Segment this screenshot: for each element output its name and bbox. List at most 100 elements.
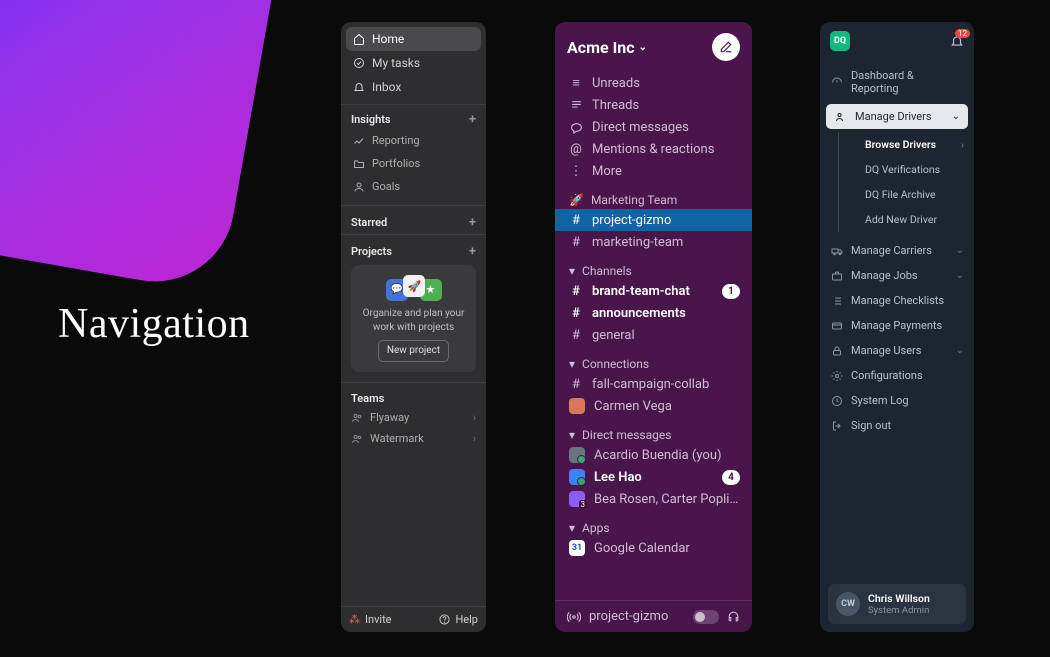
panel-slack: Acme Inc ⌄ ≡Unreads Threads Direct messa… — [555, 22, 752, 632]
nav-inbox[interactable]: Inbox — [346, 75, 481, 99]
nav-dms[interactable]: Direct messages — [555, 116, 752, 138]
invite-button[interactable]: ⁂ Invite — [349, 613, 392, 626]
admin-header: DQ 12 — [820, 22, 974, 57]
channel-announcements[interactable]: # announcements — [555, 302, 752, 324]
section-label: Channels — [582, 264, 632, 278]
help-button[interactable]: Help — [439, 613, 478, 626]
nav-portfolios[interactable]: Portfolios — [346, 152, 481, 175]
caret-down-icon: ▾ — [569, 264, 575, 278]
nav-manage-jobs[interactable]: Manage Jobs⌄ — [820, 263, 974, 288]
list-icon — [830, 295, 843, 307]
section-insights[interactable]: Insights + — [341, 105, 486, 129]
chart-icon — [353, 135, 365, 147]
threads-icon — [569, 99, 583, 112]
app-icon: 31 — [569, 540, 585, 556]
subnav-label: DQ Verifications — [865, 163, 940, 176]
antenna-icon — [567, 610, 581, 624]
nav-goals[interactable]: Goals — [346, 175, 481, 198]
notification-count: 12 — [955, 29, 970, 38]
nav-threads[interactable]: Threads — [555, 94, 752, 116]
new-project-button[interactable]: New project — [378, 340, 449, 362]
plus-icon[interactable]: + — [469, 244, 476, 259]
section-channels[interactable]: ▾ Channels — [555, 259, 752, 280]
user-card[interactable]: CW Chris Willson System Admin — [828, 584, 966, 624]
nav-unreads[interactable]: ≡Unreads — [555, 72, 752, 94]
section-connections[interactable]: ▾Connections — [555, 352, 752, 373]
nav-mentions[interactable]: @Mentions & reactions — [555, 138, 752, 160]
clock-icon — [830, 395, 843, 407]
nav-configurations[interactable]: Configurations — [820, 363, 974, 388]
team-watermark[interactable]: Watermark › — [341, 428, 486, 449]
channel-project-gizmo[interactable]: #project-gizmo — [555, 209, 752, 231]
user-name: Chris Willson — [868, 592, 930, 605]
briefcase-icon — [830, 270, 843, 282]
section-label: Insights — [351, 113, 391, 126]
subnav-browse-drivers[interactable]: Browse Drivers› — [838, 132, 974, 157]
dm-lee-hao[interactable]: Lee Hao4 — [555, 466, 752, 488]
nav-my-tasks[interactable]: My tasks — [346, 51, 481, 75]
divider — [341, 382, 486, 383]
compose-button[interactable] — [712, 33, 740, 61]
dm-self[interactable]: Acardio Buendia (you) — [555, 444, 752, 466]
nav-manage-users[interactable]: Manage Users⌄ — [820, 338, 974, 363]
subnav-dq-verifications[interactable]: DQ Verifications — [838, 157, 974, 182]
nav-label: Home — [372, 32, 404, 46]
channel-general[interactable]: #general — [555, 324, 752, 346]
section-marketing[interactable]: 🚀Marketing Team — [555, 188, 752, 209]
chevron-right-icon: › — [473, 432, 476, 445]
nav-label: Manage Checklists — [851, 294, 944, 307]
huddle-toggle[interactable] — [693, 610, 719, 624]
nav-manage-payments[interactable]: Manage Payments — [820, 313, 974, 338]
section-label: Connections — [582, 357, 649, 371]
section-projects[interactable]: Projects + — [341, 237, 486, 261]
nav-dashboard[interactable]: Dashboard & Reporting — [820, 63, 974, 101]
channel-brand-team-chat[interactable]: #brand-team-chat1 — [555, 280, 752, 302]
people-icon — [351, 412, 363, 424]
app-google-calendar[interactable]: 31Google Calendar — [555, 537, 752, 559]
channel-label: fall-campaign-collab — [592, 377, 709, 392]
section-direct-messages[interactable]: ▾Direct messages — [555, 423, 752, 444]
channel-fall-campaign[interactable]: #fall-campaign-collab — [555, 373, 752, 395]
primary-nav: Home My tasks Inbox — [341, 22, 486, 105]
section-apps[interactable]: ▾Apps — [555, 516, 752, 537]
section-starred[interactable]: Starred + — [341, 208, 486, 232]
channel-label: brand-team-chat — [592, 284, 690, 299]
nav-home[interactable]: Home — [346, 27, 481, 51]
section-label: Apps — [582, 521, 610, 535]
chevron-right-icon: › — [961, 138, 964, 151]
notifications-button[interactable]: 12 — [950, 34, 964, 48]
headphones-icon[interactable] — [727, 610, 740, 623]
nav-sign-out[interactable]: Sign out — [820, 413, 974, 438]
user-info: Chris Willson System Admin — [868, 592, 930, 616]
plus-icon[interactable]: + — [469, 215, 476, 230]
logo[interactable]: DQ — [830, 31, 850, 51]
nav-label: Reporting — [372, 134, 420, 147]
caret-down-icon: ▾ — [569, 428, 575, 442]
chevron-down-icon: ⌄ — [956, 245, 964, 256]
workspace-switcher[interactable]: Acme Inc ⌄ — [555, 22, 752, 72]
insights-list: Reporting Portfolios Goals — [341, 129, 486, 203]
plus-icon[interactable]: + — [469, 112, 476, 127]
hash-icon: # — [569, 306, 583, 321]
nav-label: Dashboard & Reporting — [851, 69, 964, 95]
subnav-dq-file-archive[interactable]: DQ File Archive — [838, 182, 974, 207]
background-blob — [0, 0, 294, 294]
nav-reporting[interactable]: Reporting — [346, 129, 481, 152]
section-label: Teams — [351, 392, 384, 405]
channel-label: announcements — [592, 306, 686, 321]
nav-manage-checklists[interactable]: Manage Checklists — [820, 288, 974, 313]
dm-label: Carmen Vega — [594, 399, 672, 414]
dm-group[interactable]: 3 Bea Rosen, Carter Poplin... — [555, 488, 752, 510]
nav-more[interactable]: ⋮More — [555, 160, 752, 182]
channel-marketing-team[interactable]: #marketing-team — [555, 231, 752, 253]
avatar: CW — [836, 592, 860, 616]
dm-carmen-vega[interactable]: Carmen Vega — [555, 395, 752, 417]
nav-system-log[interactable]: System Log — [820, 388, 974, 413]
team-flyaway[interactable]: Flyaway › — [341, 407, 486, 428]
card-icon — [830, 320, 843, 332]
hash-icon: # — [569, 213, 583, 228]
nav-manage-drivers[interactable]: Manage Drivers⌄ — [826, 104, 968, 129]
nav-manage-carriers[interactable]: Manage Carriers⌄ — [820, 238, 974, 263]
sidebar-footer: ⁂ Invite Help — [341, 606, 486, 632]
subnav-add-new-driver[interactable]: Add New Driver — [838, 207, 974, 232]
